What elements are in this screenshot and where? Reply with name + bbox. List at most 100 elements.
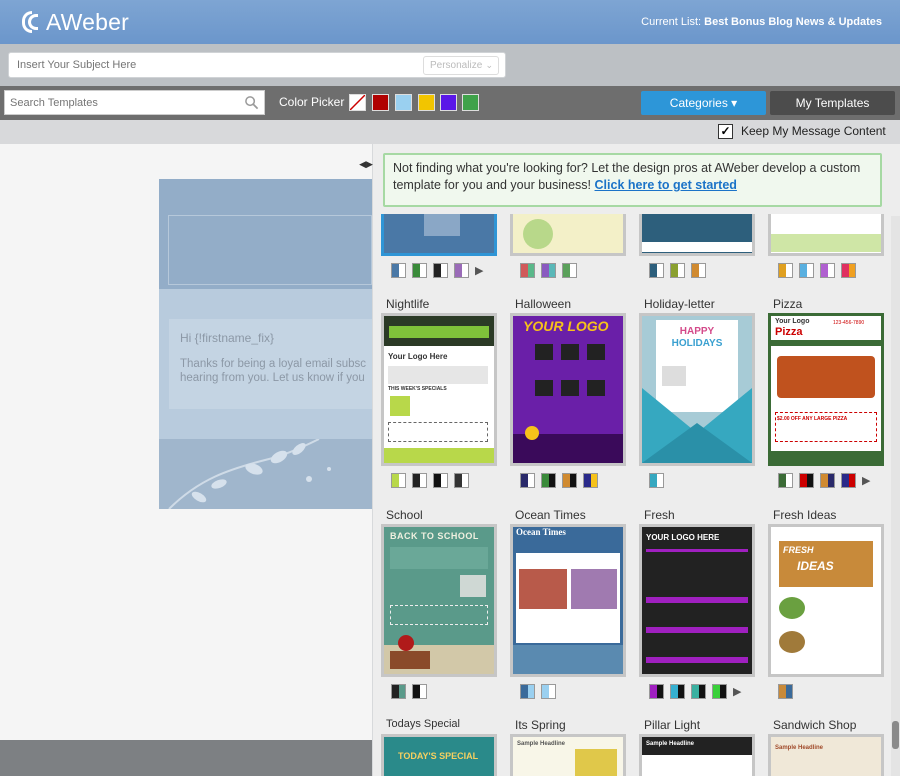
template-color-option[interactable] [841, 263, 856, 278]
template-thumb-school[interactable]: BACK TO SCHOOL [381, 524, 497, 677]
swatch-row-holiday-letter [649, 473, 664, 488]
current-list-value[interactable]: Best Bonus Blog News & Updates [704, 16, 882, 28]
template-thumb-pizza[interactable]: Your Logo Pizza 123-456-7890 $2.00 OFF A… [768, 313, 884, 466]
template-color-option[interactable] [454, 263, 469, 278]
template-thumb-sandwich-shop[interactable]: Sample Headline [768, 734, 884, 776]
swatch-row-fresh-ideas [778, 684, 793, 699]
color-swatch-red[interactable] [372, 94, 389, 111]
template-thumb-partial-2[interactable] [510, 214, 626, 256]
template-thumb-its-spring[interactable]: Sample Headline [510, 734, 626, 776]
template-color-option[interactable] [691, 684, 706, 699]
template-color-option[interactable] [670, 263, 685, 278]
template-color-option[interactable] [841, 473, 856, 488]
swatch-row-ocean-times [520, 684, 556, 699]
template-color-option[interactable] [412, 263, 427, 278]
preview-body-line-1: Thanks for being a loyal email subsc [180, 358, 367, 370]
color-swatch-light-blue[interactable] [395, 94, 412, 111]
template-color-option[interactable] [712, 684, 727, 699]
template-color-option[interactable] [562, 263, 577, 278]
pizza-phone: 123-456-7890 [833, 320, 865, 326]
categories-button[interactable]: Categories ▾ [641, 91, 766, 115]
keep-content-checkbox[interactable]: ✓ [718, 124, 733, 139]
swatch-row-halloween [520, 473, 598, 488]
freshideas-line-1: FRESH [783, 545, 814, 555]
color-swatch-none[interactable] [349, 94, 366, 111]
color-picker-label: Color Picker [279, 95, 345, 109]
template-color-option[interactable] [454, 473, 469, 488]
template-color-option[interactable] [520, 263, 535, 278]
template-color-option[interactable] [649, 473, 664, 488]
template-color-option[interactable] [412, 473, 427, 488]
template-thumb-partial-4[interactable] [768, 214, 884, 256]
template-toolbar: Color Picker Categories ▾ My Templates [0, 86, 900, 120]
aweber-logo[interactable]: AWeber [22, 8, 129, 36]
color-swatch-purple[interactable] [440, 94, 457, 111]
search-templates-input[interactable] [10, 91, 230, 114]
preview-greeting: Hi {!firstname_fix} [180, 331, 275, 345]
template-color-option[interactable] [649, 684, 664, 699]
personalize-dropdown[interactable]: Personalize ⌄ [423, 56, 499, 75]
template-color-option[interactable] [520, 684, 535, 699]
template-color-option[interactable] [541, 473, 556, 488]
fresh-logo: YOUR LOGO HERE [646, 533, 720, 542]
template-color-option[interactable] [799, 473, 814, 488]
chevron-down-icon: ⌄ [485, 60, 493, 70]
nightlife-specials: THIS WEEK'S SPECIALS [388, 386, 447, 392]
template-color-option[interactable] [391, 684, 406, 699]
template-color-option[interactable] [778, 473, 793, 488]
color-swatch-yellow[interactable] [418, 94, 435, 111]
template-thumb-holiday-letter[interactable]: HAPPY HOLIDAYS [639, 313, 755, 466]
template-name-nightlife: Nightlife [386, 297, 430, 311]
color-swatch-green[interactable] [462, 94, 479, 111]
template-thumb-partial-1[interactable] [381, 214, 497, 256]
collapse-panel-icon[interactable]: ◀▶ [359, 150, 373, 178]
template-color-option[interactable] [433, 263, 448, 278]
template-color-option[interactable] [562, 473, 577, 488]
top-header: AWeber Current List: Best Bonus Blog New… [0, 0, 900, 44]
holiday-line-1: HAPPY [679, 326, 715, 337]
template-color-option[interactable] [391, 263, 406, 278]
template-thumb-partial-3[interactable] [639, 214, 755, 256]
template-color-option[interactable] [820, 263, 835, 278]
template-color-option[interactable] [412, 684, 427, 699]
template-name-ocean-times: Ocean Times [515, 508, 586, 522]
template-name-pizza: Pizza [773, 297, 803, 311]
todays-banner: TODAY'S SPECIAL [398, 751, 479, 761]
subject-input[interactable] [17, 53, 417, 77]
swatch-row-partial-2 [520, 263, 577, 278]
template-thumb-fresh[interactable]: YOUR LOGO HERE [639, 524, 755, 677]
my-templates-button[interactable]: My Templates [770, 91, 895, 115]
next-arrow-icon[interactable]: ▶ [733, 685, 741, 698]
template-color-option[interactable] [541, 684, 556, 699]
template-color-option[interactable] [649, 263, 664, 278]
swatch-row-partial-3 [649, 263, 706, 278]
template-color-option[interactable] [670, 684, 685, 699]
template-thumb-nightlife[interactable]: Your Logo Here THIS WEEK'S SPECIALS [381, 313, 497, 466]
template-color-option[interactable] [541, 263, 556, 278]
get-started-link[interactable]: Click here to get started [595, 178, 737, 192]
template-color-option[interactable] [820, 473, 835, 488]
gallery-scroll-thumb[interactable] [892, 721, 899, 749]
template-color-option[interactable] [778, 263, 793, 278]
swatch-row-nightlife [391, 473, 469, 488]
template-color-option[interactable] [433, 473, 448, 488]
template-color-option[interactable] [520, 473, 535, 488]
template-thumb-halloween[interactable]: YOUR LOGO [510, 313, 626, 466]
freshideas-line-2: IDEAS [797, 559, 834, 573]
template-thumb-pillar-light[interactable]: Sample Headline [639, 734, 755, 776]
gallery-scrollbar[interactable] [891, 216, 900, 776]
next-arrow-icon[interactable]: ▶ [475, 264, 483, 277]
template-thumb-fresh-ideas[interactable]: FRESH IDEAS [768, 524, 884, 677]
template-thumb-ocean-times[interactable]: Ocean Times [510, 524, 626, 677]
template-thumb-todays-special[interactable]: TODAY'S SPECIAL [381, 734, 497, 776]
template-color-option[interactable] [691, 263, 706, 278]
search-icon[interactable] [244, 95, 259, 110]
preview-footer [159, 438, 372, 510]
template-color-option[interactable] [778, 684, 793, 699]
template-name-sandwich-shop: Sandwich Shop [773, 718, 857, 732]
template-color-option[interactable] [583, 473, 598, 488]
template-color-option[interactable] [391, 473, 406, 488]
template-color-option[interactable] [799, 263, 814, 278]
preview-body-line-2: hearing from you. Let us know if you [180, 372, 365, 384]
next-arrow-icon[interactable]: ▶ [862, 474, 870, 487]
